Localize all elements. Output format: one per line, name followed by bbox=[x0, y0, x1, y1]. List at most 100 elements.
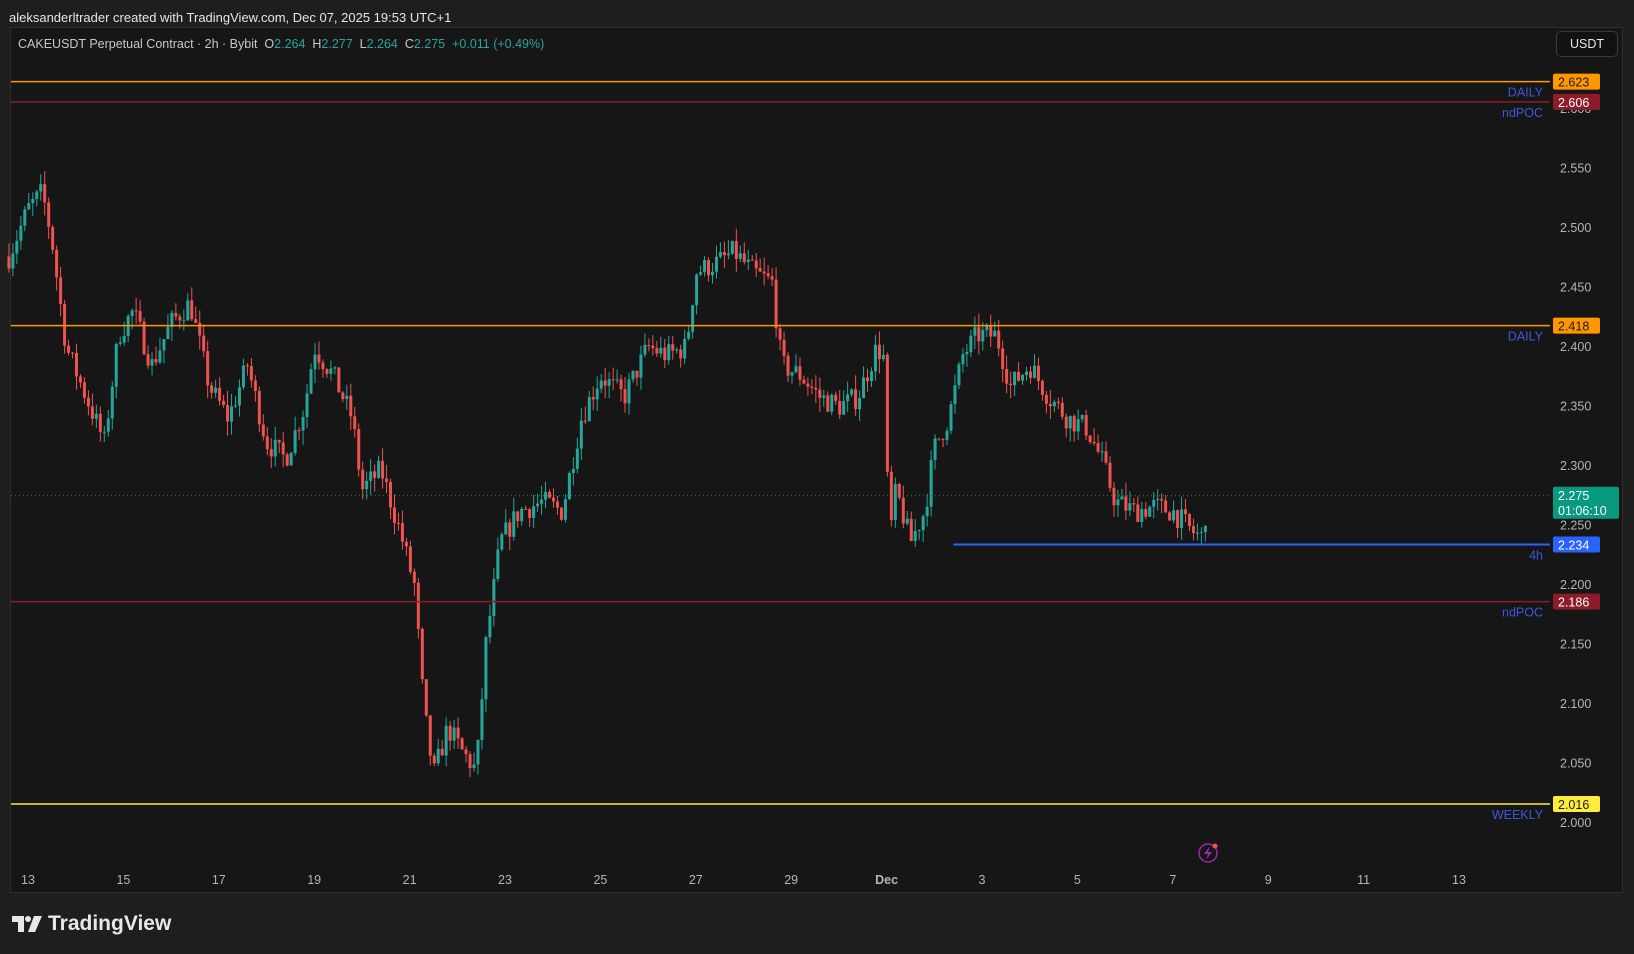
candle-body bbox=[730, 241, 734, 254]
candle-body bbox=[611, 379, 615, 381]
candle-body bbox=[11, 253, 15, 269]
candle-body bbox=[893, 484, 897, 521]
candle-body bbox=[679, 349, 683, 359]
candle-body bbox=[528, 509, 532, 518]
candle-body bbox=[313, 354, 317, 370]
y-tick-label: 2.000 bbox=[1560, 816, 1591, 830]
candle-body bbox=[285, 454, 289, 466]
x-tick-label: 13 bbox=[21, 873, 35, 887]
candle-body bbox=[1028, 371, 1032, 378]
candle-body bbox=[949, 404, 953, 431]
lightning-bolt-icon bbox=[1204, 846, 1212, 860]
candle-body bbox=[885, 354, 889, 472]
candle-body bbox=[333, 367, 337, 369]
level-tag: 4h bbox=[1529, 549, 1543, 563]
candle-body bbox=[198, 322, 202, 336]
y-tick-label: 2.400 bbox=[1560, 340, 1591, 354]
candle-body bbox=[651, 345, 655, 349]
candle-body bbox=[317, 354, 321, 363]
y-tick-label: 2.200 bbox=[1560, 578, 1591, 592]
candle-body bbox=[917, 530, 921, 532]
candle-body bbox=[953, 385, 957, 405]
candle-body bbox=[750, 259, 754, 261]
level-price-label: 2.186 bbox=[1558, 596, 1589, 610]
candle-body bbox=[43, 184, 47, 203]
candle-body bbox=[1060, 402, 1064, 417]
candle-body bbox=[659, 347, 663, 354]
candle-body bbox=[1064, 416, 1068, 429]
candle-body bbox=[269, 449, 273, 457]
candle-body bbox=[241, 365, 245, 388]
tradingview-logo[interactable]: TradingView bbox=[12, 912, 171, 936]
candle-body bbox=[277, 439, 281, 443]
candle-body bbox=[571, 468, 575, 474]
candle-body bbox=[850, 389, 854, 395]
candle-body bbox=[27, 203, 31, 210]
candle-body bbox=[699, 272, 703, 275]
level-tag: DAILY bbox=[1508, 86, 1544, 100]
candle-body bbox=[627, 379, 631, 404]
candle-body bbox=[1144, 509, 1148, 517]
candle-body bbox=[273, 439, 277, 457]
y-tick-label: 2.100 bbox=[1560, 697, 1591, 711]
candle-body bbox=[718, 252, 722, 257]
level-price-label: 2.623 bbox=[1558, 76, 1589, 90]
candle-body bbox=[862, 377, 866, 399]
candle-body bbox=[226, 405, 230, 422]
candle-body bbox=[210, 385, 214, 393]
candle-body bbox=[142, 321, 146, 355]
candle-body bbox=[663, 347, 667, 361]
candle-body bbox=[448, 725, 452, 741]
candle-body bbox=[90, 406, 94, 419]
candle-body bbox=[599, 380, 603, 389]
candle-body bbox=[118, 342, 122, 344]
candle-body bbox=[265, 436, 269, 450]
candle-body bbox=[377, 460, 381, 478]
x-tick-label: 25 bbox=[593, 873, 607, 887]
candle-body bbox=[464, 749, 468, 755]
tradingview-logo-icon bbox=[12, 916, 42, 932]
candle-body bbox=[1104, 451, 1108, 463]
candle-body bbox=[98, 413, 102, 432]
x-tick-label: 13 bbox=[1452, 873, 1466, 887]
candle-body bbox=[838, 400, 842, 415]
candle-body bbox=[51, 227, 55, 250]
candle-body bbox=[961, 354, 965, 365]
candle-body bbox=[253, 380, 257, 391]
candle-body bbox=[1108, 462, 1112, 488]
candle-body bbox=[1025, 371, 1029, 375]
candle-body bbox=[619, 379, 623, 390]
candle-body bbox=[603, 380, 607, 386]
candle-body bbox=[408, 546, 412, 572]
price-chart[interactable]: 2.000 2.050 2.100 2.150 2.200 2.250 2.300 2.350… bbox=[0, 0, 1634, 954]
candle-body bbox=[814, 387, 818, 390]
candle-body bbox=[957, 364, 961, 386]
x-tick-label: 19 bbox=[307, 873, 321, 887]
level-tag: WEEKLY bbox=[1492, 808, 1544, 822]
candle-body bbox=[734, 241, 738, 259]
candle-body bbox=[575, 448, 579, 469]
candle-body bbox=[671, 344, 675, 351]
candle-body bbox=[416, 582, 420, 629]
candle-body bbox=[281, 442, 285, 455]
candle-body bbox=[23, 209, 27, 226]
candle-body bbox=[202, 335, 206, 352]
candle-body bbox=[762, 271, 766, 274]
candle-body bbox=[810, 386, 814, 388]
candle-body bbox=[639, 354, 643, 378]
x-tick-label: 9 bbox=[1265, 873, 1272, 887]
candle-body bbox=[476, 739, 480, 765]
candle-body bbox=[1080, 415, 1084, 420]
candle-body bbox=[289, 452, 293, 466]
candle-body bbox=[555, 501, 559, 508]
candle-body bbox=[675, 349, 679, 351]
candle-body bbox=[1199, 532, 1203, 534]
candle-body bbox=[738, 253, 742, 259]
candle-body bbox=[834, 394, 838, 401]
candle-body bbox=[436, 748, 440, 764]
candle-body bbox=[293, 430, 297, 453]
candle-body bbox=[297, 430, 301, 432]
candle-body bbox=[1072, 415, 1076, 432]
candle-body bbox=[508, 522, 512, 537]
candle-body bbox=[754, 260, 758, 269]
